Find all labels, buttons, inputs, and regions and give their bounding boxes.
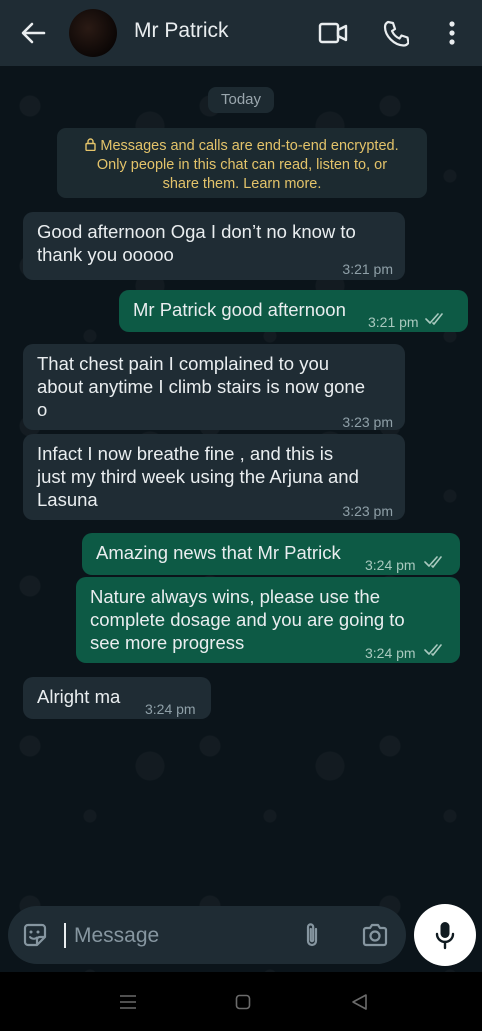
message-bubble-incoming[interactable]: That chest pain I complained to you abou…: [23, 344, 405, 430]
message-time: 3:21 pm: [342, 261, 393, 277]
date-chip: Today: [208, 87, 274, 113]
message-bubble-outgoing[interactable]: Nature always wins, please use the compl…: [76, 577, 460, 663]
read-receipt-icon: [425, 313, 443, 325]
phone-call-icon[interactable]: [383, 19, 409, 47]
back-arrow-icon[interactable]: [20, 20, 46, 46]
message-bubble-incoming[interactable]: Good afternoon Oga I don’t no know to th…: [23, 212, 405, 280]
video-call-icon[interactable]: [318, 20, 348, 46]
encryption-notice[interactable]: Messages and calls are end-to-end encryp…: [57, 128, 427, 198]
message-text: That chest pain I complained to you abou…: [37, 353, 366, 420]
read-receipt-icon: [424, 644, 442, 656]
encryption-line: Only people in this chat can read, liste…: [96, 157, 388, 173]
microphone-icon: [435, 922, 455, 950]
home-icon[interactable]: [235, 994, 251, 1010]
lock-icon: [85, 138, 97, 151]
camera-icon[interactable]: [361, 922, 389, 948]
message-bubble-outgoing[interactable]: Mr Patrick good afternoon 3:21 pm: [119, 290, 468, 332]
message-composer: [8, 906, 406, 964]
message-bubble-incoming[interactable]: Alright ma 3:24 pm: [23, 677, 211, 719]
message-time: 3:23 pm: [342, 503, 393, 519]
message-time: 3:24 pm: [365, 557, 416, 573]
message-text: Mr Patrick good afternoon: [133, 299, 346, 320]
chat-area[interactable]: Today Messages and calls are end-to-end …: [0, 66, 482, 972]
message-time: 3:23 pm: [342, 414, 393, 430]
nav-back-icon[interactable]: [350, 993, 368, 1011]
message-time: 3:24 pm: [145, 701, 196, 717]
message-text: Good afternoon Oga I don’t no know to th…: [37, 221, 356, 265]
emoji-sticker-icon[interactable]: [22, 922, 48, 948]
message-text: Infact I now breathe fine , and this is …: [37, 443, 359, 510]
avatar[interactable]: [69, 9, 117, 57]
message-bubble-incoming[interactable]: Infact I now breathe fine , and this is …: [23, 434, 405, 520]
more-options-icon[interactable]: [442, 20, 462, 46]
message-bubble-outgoing[interactable]: Amazing news that Mr Patrick 3:24 pm: [82, 533, 460, 575]
chat-header: Mr Patrick: [0, 0, 482, 66]
message-time: 3:21 pm: [368, 314, 419, 330]
message-text: Alright ma: [37, 686, 121, 707]
read-receipt-icon: [424, 556, 442, 568]
contact-name[interactable]: Mr Patrick: [134, 19, 229, 43]
message-text: Nature always wins, please use the compl…: [90, 586, 405, 653]
encryption-line: Messages and calls are end-to-end encryp…: [100, 138, 399, 154]
attach-icon[interactable]: [300, 921, 324, 949]
recent-apps-icon[interactable]: [119, 994, 137, 1010]
voice-message-button[interactable]: [414, 904, 476, 966]
text-caret: [64, 923, 66, 948]
encryption-line: share them. Learn more.: [162, 176, 322, 192]
message-text: Amazing news that Mr Patrick: [96, 542, 341, 563]
message-input[interactable]: [72, 916, 276, 956]
message-time: 3:24 pm: [365, 645, 416, 661]
